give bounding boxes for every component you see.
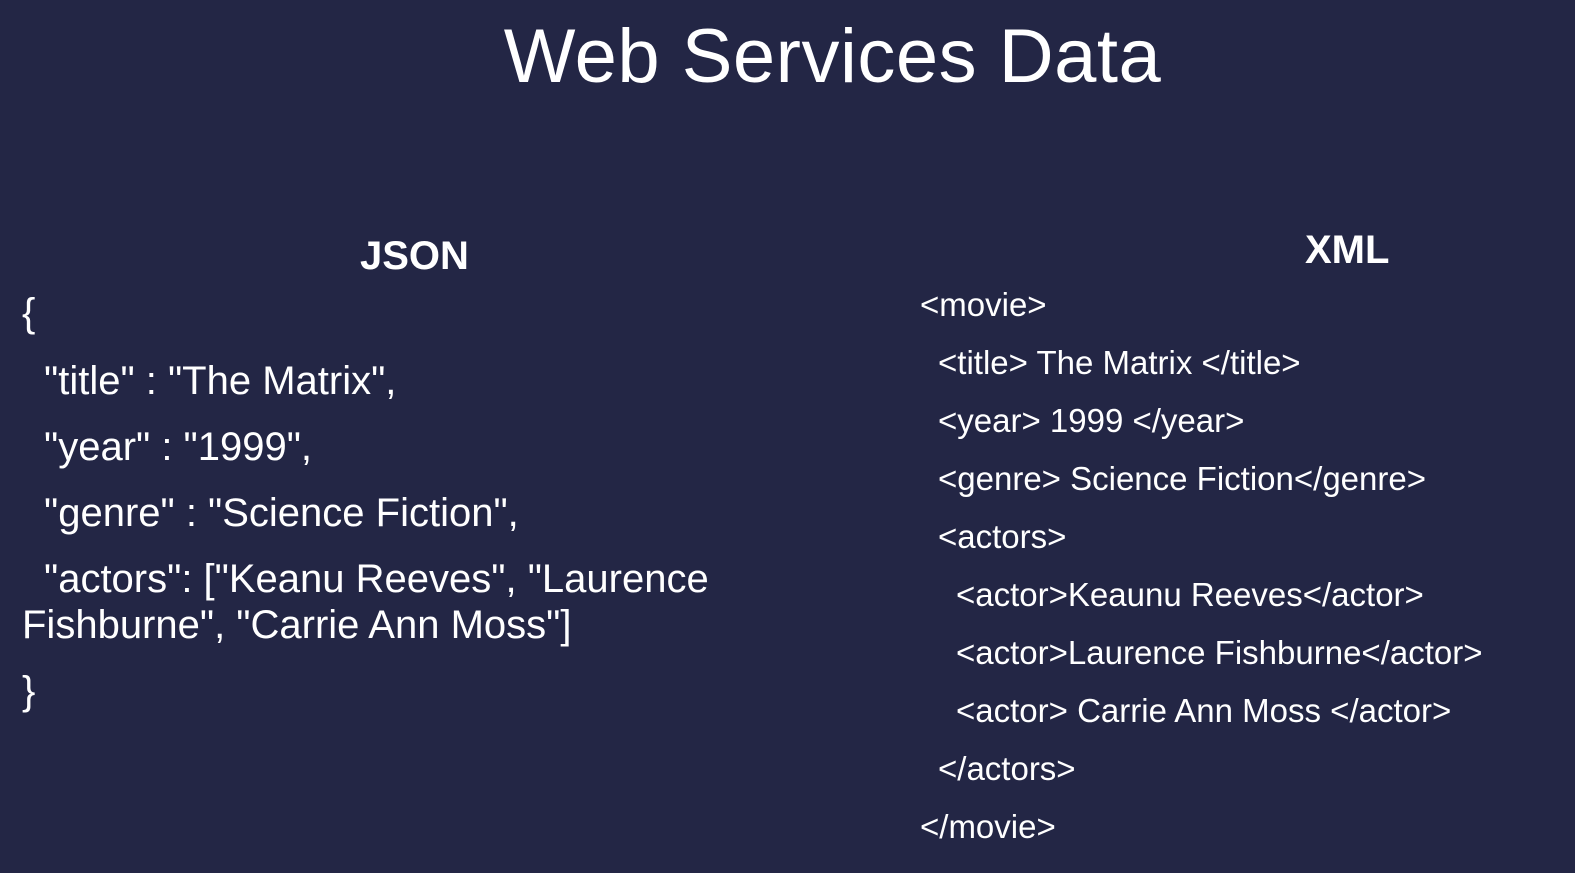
slide-title: Web Services Data [503, 14, 1162, 99]
xml-line-movie-open: <movie> [920, 286, 1047, 323]
xml-line-movie-close: </movie> [920, 808, 1056, 845]
json-line-open-brace: { [22, 291, 36, 335]
xml-line-actor-3: <actor> Carrie Ann Moss </actor> [956, 692, 1452, 729]
json-line-year: "year" : "1999", [44, 425, 313, 469]
xml-line-actors-close: </actors> [938, 750, 1076, 787]
xml-line-actor-2: <actor>Laurence Fishburne</actor> [956, 634, 1483, 671]
xml-line-actor-1: <actor>Keaunu Reeves</actor> [956, 576, 1424, 613]
json-line-close-brace: } [22, 669, 36, 713]
xml-heading: XML [1305, 228, 1390, 272]
xml-line-year: <year> 1999 </year> [938, 402, 1245, 439]
json-heading: JSON [360, 234, 469, 278]
json-line-genre: "genre" : "Science Fiction", [44, 491, 519, 535]
slide: Web Services Data JSON XML { "title" : "… [0, 0, 1575, 873]
xml-line-actors-open: <actors> [938, 518, 1067, 555]
xml-line-title: <title> The Matrix </title> [938, 344, 1301, 381]
xml-line-genre: <genre> Science Fiction</genre> [938, 460, 1426, 497]
json-line-actors: "actors": ["Keanu Reeves", "Laurence Fis… [22, 557, 720, 647]
json-line-title: "title" : "The Matrix", [44, 359, 397, 403]
